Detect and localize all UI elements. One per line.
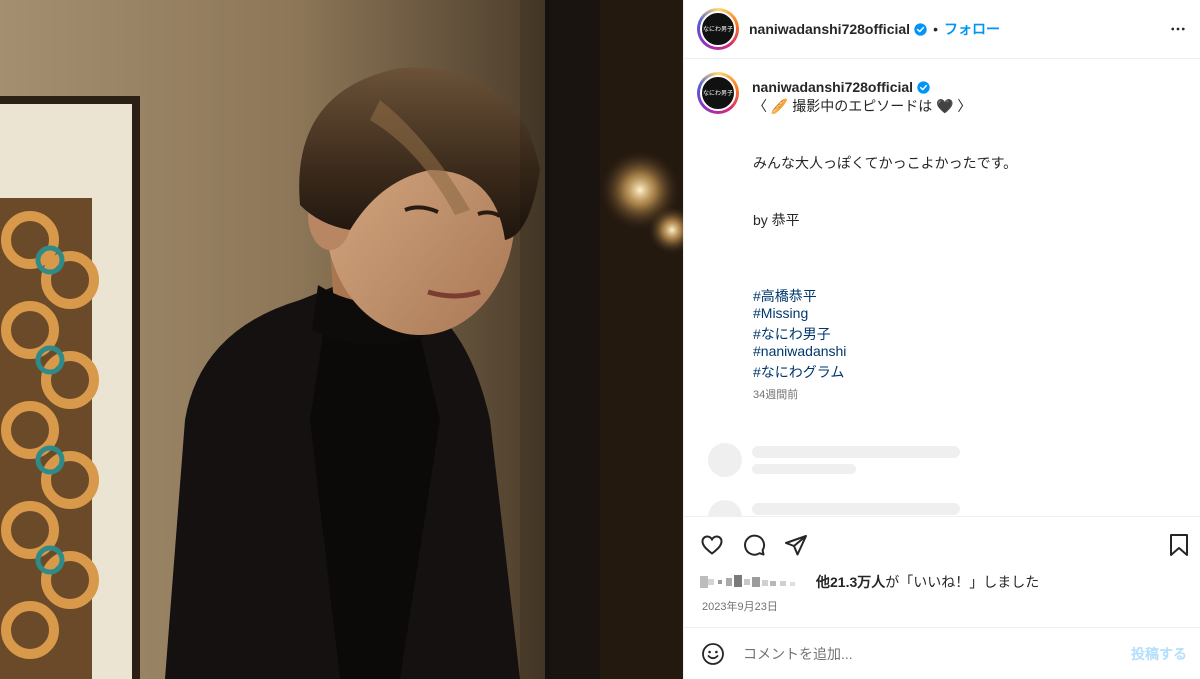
caption-username[interactable]: naniwadanshi728official: [752, 79, 913, 95]
smiley-icon[interactable]: [701, 642, 725, 666]
hashtag-link[interactable]: #高橋恭平: [753, 286, 817, 306]
caption-line-3: by 恭平: [753, 212, 800, 228]
follow-button[interactable]: フォロー: [944, 19, 1000, 39]
caption-time-ago[interactable]: 34週間前: [753, 386, 798, 402]
likes-count[interactable]: 他21.3万人: [816, 572, 885, 592]
caption-line-1: 〈 🥖 撮影中のエピソードは 🖤 〉: [753, 98, 972, 114]
action-bar: [684, 516, 1200, 572]
post-side-panel: なにわ男子 naniwadanshi728official • フォロー なにわ…: [683, 0, 1200, 679]
instagram-post: なにわ男子 naniwadanshi728official • フォロー なにわ…: [0, 0, 1200, 679]
caption-avatar-text: なにわ男子: [702, 89, 733, 97]
bookmark-icon[interactable]: [1168, 533, 1190, 557]
caption-line-2: みんな大人っぽくてかっこよかったです。: [753, 155, 1018, 171]
comment-input[interactable]: [743, 645, 1123, 662]
caption-avatar[interactable]: なにわ男子: [697, 72, 739, 114]
comment-icon[interactable]: [742, 533, 766, 557]
caption-section: なにわ男子 naniwadanshi728official 〈 🥖 撮影中のエピ…: [684, 60, 1200, 516]
comment-bar: 投稿する: [684, 627, 1200, 679]
likes-suffix: が「いいね！」しました: [885, 574, 1040, 590]
likes-summary: 他21.3万人 が「いいね！」しました: [700, 572, 1039, 592]
verified-badge-icon: [914, 22, 927, 36]
comment-skeleton-avatar: [708, 500, 742, 516]
avatar-inner: なにわ男子: [700, 11, 736, 47]
post-date[interactable]: 2023年9月23日: [702, 598, 778, 614]
heart-icon[interactable]: [700, 533, 724, 557]
hashtag-link[interactable]: #なにわ男子: [753, 324, 831, 344]
post-comment-button[interactable]: 投稿する: [1131, 644, 1187, 664]
comment-skeleton-line: [752, 464, 856, 474]
comment-skeleton-line: [752, 503, 960, 515]
share-icon[interactable]: [784, 533, 808, 557]
more-horizontal-icon[interactable]: [1169, 20, 1187, 38]
caption-user-row: naniwadanshi728official: [752, 79, 930, 95]
account-avatar[interactable]: なにわ男子: [697, 8, 739, 50]
caption-verified-badge-icon: [917, 80, 930, 94]
pixelated-name: [700, 575, 795, 588]
comment-skeleton-avatar: [708, 443, 742, 477]
post-photo[interactable]: [0, 0, 683, 679]
caption-avatar-inner: なにわ男子: [700, 75, 736, 111]
account-username[interactable]: naniwadanshi728official: [749, 21, 910, 37]
blurred-liker-name[interactable]: [700, 573, 812, 591]
portrait-image: [0, 0, 683, 679]
hashtag-link[interactable]: #naniwadanshi: [753, 343, 846, 359]
hashtag-link[interactable]: #Missing: [753, 305, 808, 321]
avatar-text: なにわ男子: [702, 25, 733, 33]
post-header: なにわ男子 naniwadanshi728official • フォロー: [684, 0, 1200, 59]
comment-skeleton-line: [752, 446, 960, 458]
header-separator: •: [933, 21, 938, 37]
hashtag-link[interactable]: #なにわグラム: [753, 362, 844, 382]
